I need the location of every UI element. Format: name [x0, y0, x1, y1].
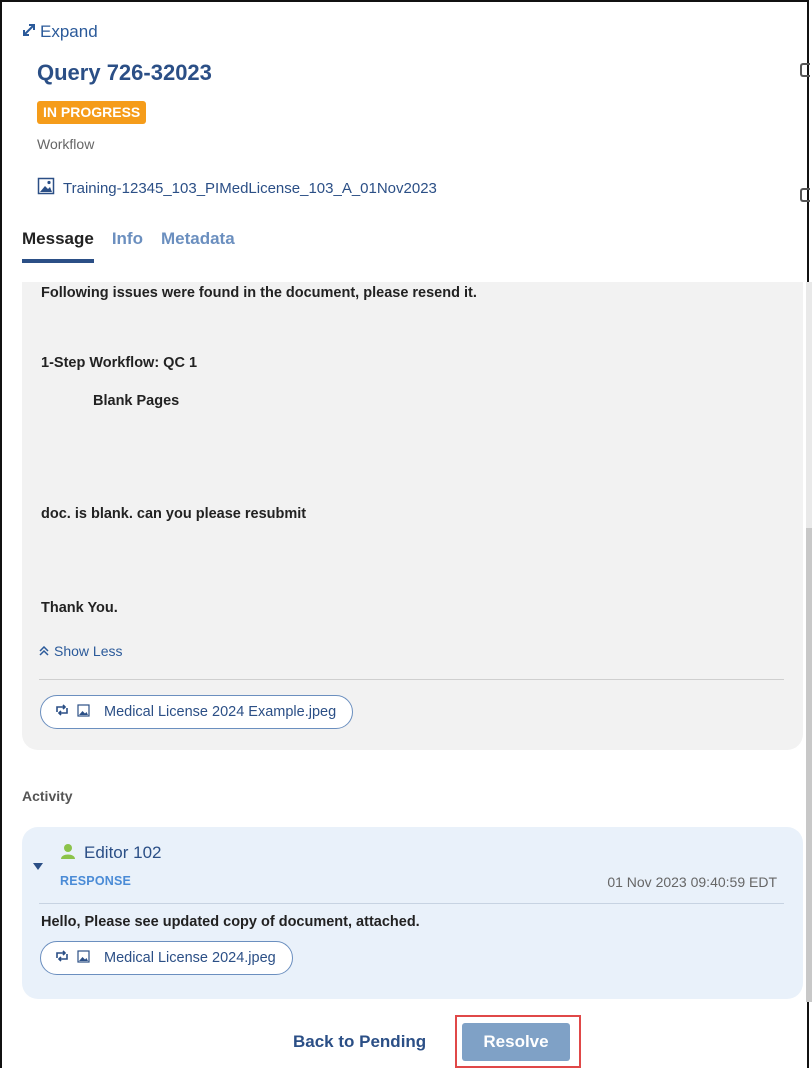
- document-name: Training-12345_103_PIMedLicense_103_A_01…: [63, 179, 437, 197]
- tab-metadata[interactable]: Metadata: [161, 229, 235, 263]
- image-file-icon: [77, 949, 90, 967]
- activity-text: Hello, Please see updated copy of docume…: [41, 914, 420, 930]
- show-less-label: Show Less: [54, 643, 123, 659]
- activity-entry: Editor 102 RESPONSE 01 Nov 2023 09:40:59…: [22, 827, 803, 999]
- attachment-pill[interactable]: Medical License 2024 Example.jpeg: [40, 695, 354, 729]
- expand-label: Expand: [40, 22, 98, 41]
- page-title: Query 726-32023: [37, 60, 212, 85]
- attachment-name: Medical License 2024.jpeg: [104, 950, 276, 966]
- activity-kind: RESPONSE: [60, 874, 132, 888]
- double-chevron-up-icon: [39, 643, 49, 659]
- message-line: Thank You.: [41, 600, 118, 616]
- show-less-link[interactable]: Show Less: [39, 643, 122, 659]
- message-panel: Following issues were found in the docum…: [22, 282, 803, 750]
- message-line: 1-Step Workflow: QC 1: [41, 355, 198, 371]
- scrollbar-thumb[interactable]: [806, 528, 812, 1002]
- message-line: doc. is blank. can you please resubmit: [41, 506, 307, 522]
- expand-icon: [22, 22, 36, 42]
- status-badge: IN PROGRESS: [37, 101, 147, 124]
- back-to-pending-button[interactable]: Back to Pending: [293, 1032, 426, 1052]
- resolve-button[interactable]: Resolve: [462, 1023, 570, 1061]
- retweet-icon: [55, 950, 69, 966]
- tab-bar: Message Info Metadata: [22, 229, 235, 263]
- divider: [39, 903, 784, 904]
- image-file-icon: [77, 703, 90, 721]
- attachment-pill[interactable]: Medical License 2024.jpeg: [40, 941, 293, 975]
- panel-edge-icon[interactable]: [800, 63, 810, 77]
- expand-link[interactable]: Expand: [22, 22, 98, 42]
- message-line: Blank Pages: [93, 393, 180, 409]
- retweet-icon: [55, 704, 69, 720]
- divider: [39, 679, 784, 680]
- footer-bar: Back to Pending: [0, 1016, 812, 1068]
- query-type: Workflow: [37, 136, 95, 152]
- tab-message[interactable]: Message: [22, 229, 94, 263]
- activity-heading: Activity: [22, 788, 73, 804]
- activity-author: Editor 102: [84, 843, 162, 862]
- caret-down-icon[interactable]: [33, 863, 43, 870]
- image-file-icon: [37, 177, 55, 199]
- document-link[interactable]: Training-12345_103_PIMedLicense_103_A_01…: [37, 177, 437, 199]
- activity-timestamp: 01 Nov 2023 09:40:59 EDT: [607, 874, 777, 890]
- person-icon: [60, 843, 76, 859]
- attachment-name: Medical License 2024 Example.jpeg: [104, 704, 337, 720]
- panel-edge-icon[interactable]: [800, 188, 810, 202]
- message-line: Following issues were found in the docum…: [41, 285, 477, 301]
- tab-info[interactable]: Info: [112, 229, 143, 263]
